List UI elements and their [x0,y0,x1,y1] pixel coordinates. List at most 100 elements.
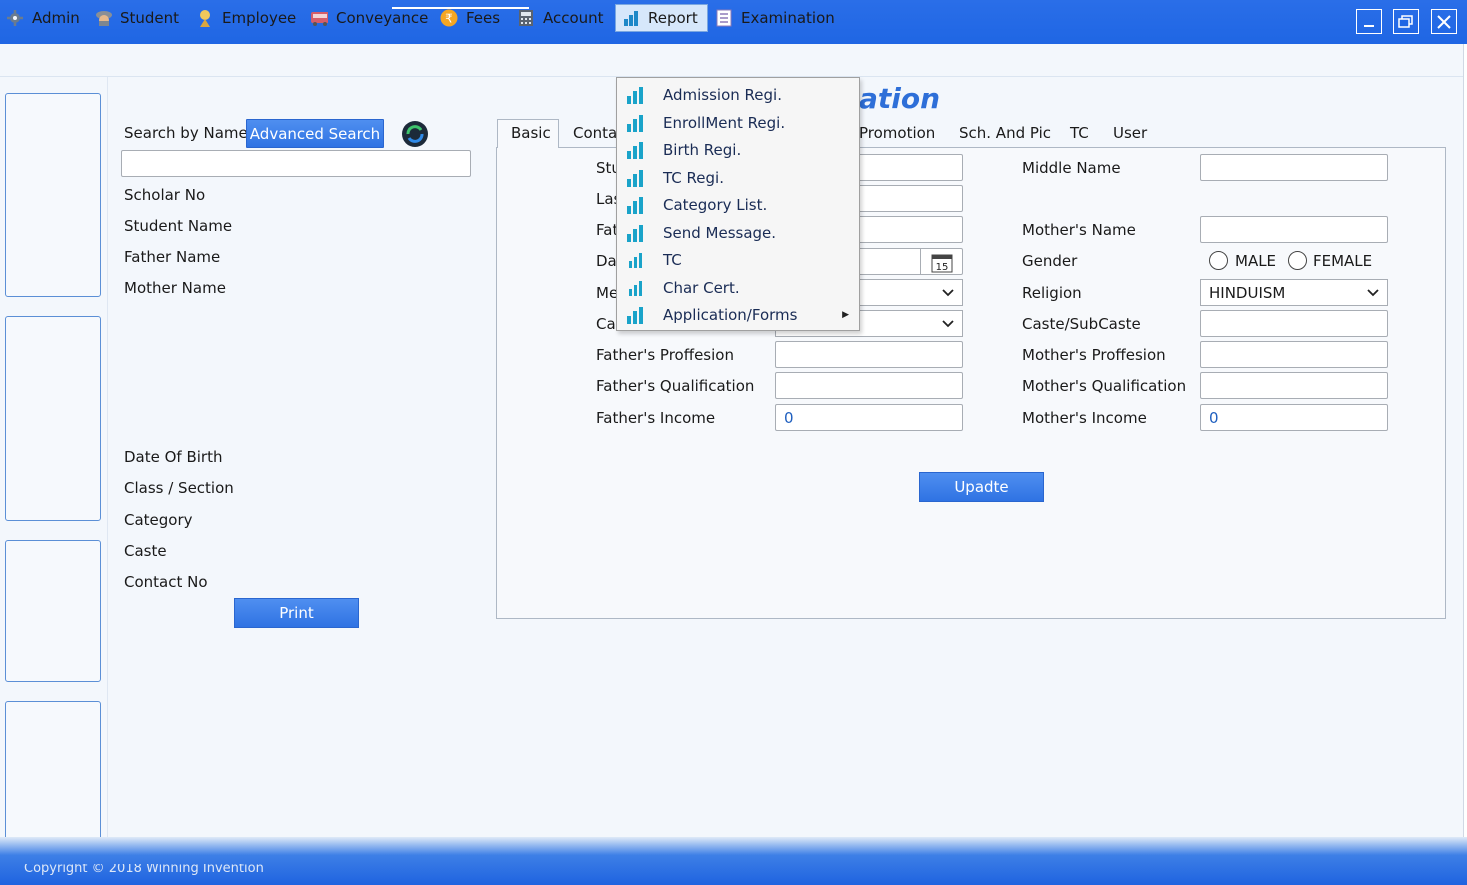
caste-subcaste-input[interactable] [1200,310,1388,337]
report-chart-icon [627,197,643,214]
menu-conveyance[interactable]: Conveyance [304,4,434,32]
update-button[interactable]: Upadte [919,472,1044,502]
report-menu-item[interactable]: EnrollMent Regi. [617,110,859,136]
tab-tc[interactable]: TC [1070,124,1089,142]
fathers-qualification-input[interactable] [775,372,963,399]
menu-label: Report [648,9,698,27]
sidebar-panel[interactable] [5,540,101,682]
menu-student[interactable]: Student [88,4,185,32]
menu-report[interactable]: Report [615,4,708,32]
calendar-button[interactable]: 15 [920,249,962,275]
menu-admin[interactable]: Admin [0,4,86,32]
mothers-qualification-label: Mother's Qualification [1022,377,1187,395]
employee-icon [196,9,214,27]
menu-label: Employee [222,9,297,27]
tab-user[interactable]: User [1113,124,1147,142]
tab-sch-and-pic[interactable]: Sch. And Pic [959,124,1051,142]
minimize-button[interactable] [1356,9,1382,34]
report-menu-label: TC Regi. [663,169,724,187]
mothers-profession-input[interactable] [1200,341,1388,368]
chevron-down-icon [1367,288,1379,296]
close-button[interactable] [1431,9,1457,34]
middle-name-input[interactable] [1200,154,1388,181]
report-chart-icon [627,115,643,132]
gender-female-label[interactable]: FEMALE [1313,252,1372,270]
tab-contact[interactable]: Conta [573,124,617,142]
caste-label: Caste [124,542,167,560]
report-menu-item[interactable]: Send Message. [617,220,859,246]
chevron-down-icon [942,288,954,296]
report-menu-item-application-forms[interactable]: Application/Forms ▶ [617,302,859,328]
report-menu-item[interactable]: Char Cert. [617,275,859,301]
caste-subcaste-label: Caste/SubCaste [1022,315,1141,333]
religion-value: HINDUISM [1209,283,1286,302]
gender-male-radio[interactable] [1209,251,1228,270]
sidebar-panel[interactable] [5,701,101,843]
report-menu-item[interactable]: Birth Regi. [617,137,859,163]
religion-label: Religion [1022,284,1082,302]
contact-no-label: Contact No [124,573,208,591]
report-menu-item[interactable]: TC [617,247,859,273]
sidebar-panel[interactable] [5,93,101,297]
menu-label: Fees [466,9,501,27]
menu-employee[interactable]: Employee [190,4,302,32]
svg-text:₹: ₹ [445,12,453,26]
report-menu-label: Char Cert. [663,279,740,297]
menu-fees[interactable]: ₹ Fees [434,4,506,32]
report-dropdown-menu: Admission Regi. EnrollMent Regi. Birth R… [616,77,860,331]
menu-label: Admin [32,9,80,27]
window-edge [1463,44,1467,837]
gender-male-label[interactable]: MALE [1235,252,1276,270]
search-input[interactable] [121,150,471,177]
tab-basic[interactable]: Basic [511,124,551,142]
mothers-qualification-input[interactable] [1200,372,1388,399]
tab-promotion[interactable]: Promotion [859,124,935,142]
fathers-profession-input[interactable] [775,341,963,368]
mother-name-label: Mother Name [124,279,226,297]
report-chart-icon [627,87,643,104]
report-menu-label: Send Message. [663,224,777,242]
report-menu-item[interactable]: Admission Regi. [617,82,859,108]
class-section-label: Class / Section [124,479,234,497]
student-icon [94,9,112,27]
gender-female-radio[interactable] [1288,251,1307,270]
refresh-icon[interactable] [401,120,429,148]
report-menu-label: Application/Forms [663,306,798,324]
date-label-partial: Da [596,252,617,270]
mothers-name-input[interactable] [1200,216,1388,243]
menu-examination[interactable]: Examination [709,4,841,32]
calendar-icon: 15 [931,254,952,273]
submenu-arrow-icon: ▶ [842,310,849,320]
mothers-income-input[interactable]: 0 [1200,404,1388,431]
father-name-label: Father Name [124,248,221,266]
mothers-profession-label: Mother's Proffesion [1022,346,1166,364]
menu-label: Conveyance [336,9,429,27]
print-button[interactable]: Print [234,598,359,628]
advanced-search-button[interactable]: Advanced Search [246,119,384,148]
restore-icon [1398,14,1413,28]
left-sidebar [0,77,108,843]
fathers-income-input[interactable]: 0 [775,404,963,431]
menu-label: Student [120,9,180,27]
search-label: Search by Name [124,124,248,142]
fathers-income-label: Father's Income [596,409,716,427]
menu-label: Account [543,9,604,27]
report-menu-item[interactable]: Category List. [617,192,859,218]
report-menu-item[interactable]: TC Regi. [617,165,859,191]
report-chart-icon [629,281,642,296]
religion-select[interactable]: HINDUISM [1200,279,1388,306]
gender-label: Gender [1022,252,1078,270]
menu-account[interactable]: Account [511,4,610,32]
sidebar-panel[interactable] [5,316,101,521]
bar-chart-icon [622,9,640,27]
dob-label: Date Of Birth [124,448,223,466]
fathers-qualification-label: Father's Qualification [596,377,755,395]
mothers-name-label: Mother's Name [1022,221,1136,239]
list-icon [715,9,733,27]
minimize-icon [1364,24,1374,27]
fathers-profession-label: Father's Proffesion [596,346,734,364]
medium-label-partial: Me [596,284,619,302]
calculator-icon [517,9,535,27]
calendar-day: 15 [935,262,948,273]
restore-button[interactable] [1393,9,1419,34]
